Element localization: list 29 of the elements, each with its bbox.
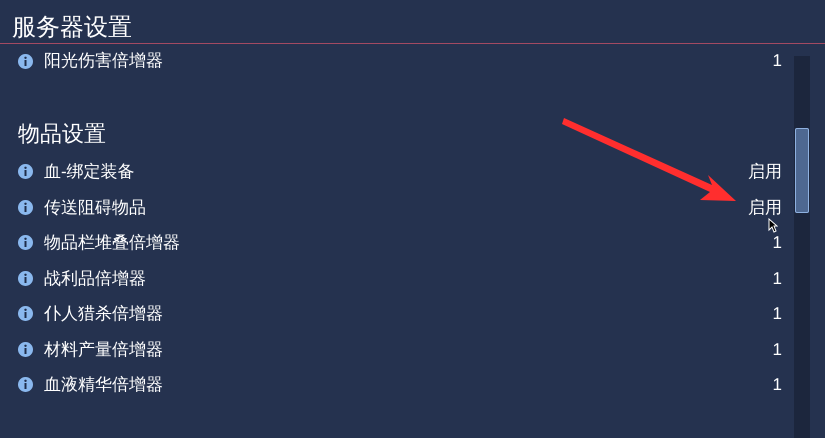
info-icon[interactable]: [18, 164, 33, 180]
setting-value[interactable]: 启用: [748, 194, 782, 220]
setting-label: 血-绑定装备: [44, 161, 136, 183]
setting-value[interactable]: 启用: [748, 159, 782, 184]
setting-value[interactable]: 1: [772, 336, 782, 362]
window-title: 服务器设置: [12, 12, 132, 42]
section-heading: 物品设置: [18, 120, 106, 148]
setting-label: 物品栏堆叠倍增器: [44, 232, 181, 254]
setting-value[interactable]: 1: [772, 266, 782, 291]
setting-value[interactable]: 1: [772, 230, 782, 256]
setting-label: 阳光伤害倍增器: [44, 50, 164, 72]
scrollbar-thumb[interactable]: [795, 128, 809, 213]
scrollbar-track[interactable]: [794, 56, 810, 438]
info-icon[interactable]: [18, 306, 33, 322]
cursor-icon: [768, 218, 778, 233]
info-icon[interactable]: [18, 342, 33, 357]
setting-value[interactable]: 1: [772, 301, 782, 326]
setting-label: 材料产量倍增器: [44, 338, 164, 360]
info-icon[interactable]: [18, 235, 33, 250]
setting-label: 传送阻碍物品: [44, 196, 147, 218]
setting-label: 血液精华倍增器: [44, 374, 164, 396]
setting-label: 仆人猎杀倍增器: [44, 303, 164, 325]
info-icon[interactable]: [18, 377, 33, 392]
setting-value[interactable]: 1: [772, 372, 782, 398]
info-icon[interactable]: [18, 270, 33, 286]
info-icon[interactable]: [18, 54, 33, 68]
info-icon[interactable]: [18, 200, 33, 215]
setting-label: 战利品倍增器: [44, 268, 147, 290]
setting-value[interactable]: 1: [772, 48, 782, 74]
